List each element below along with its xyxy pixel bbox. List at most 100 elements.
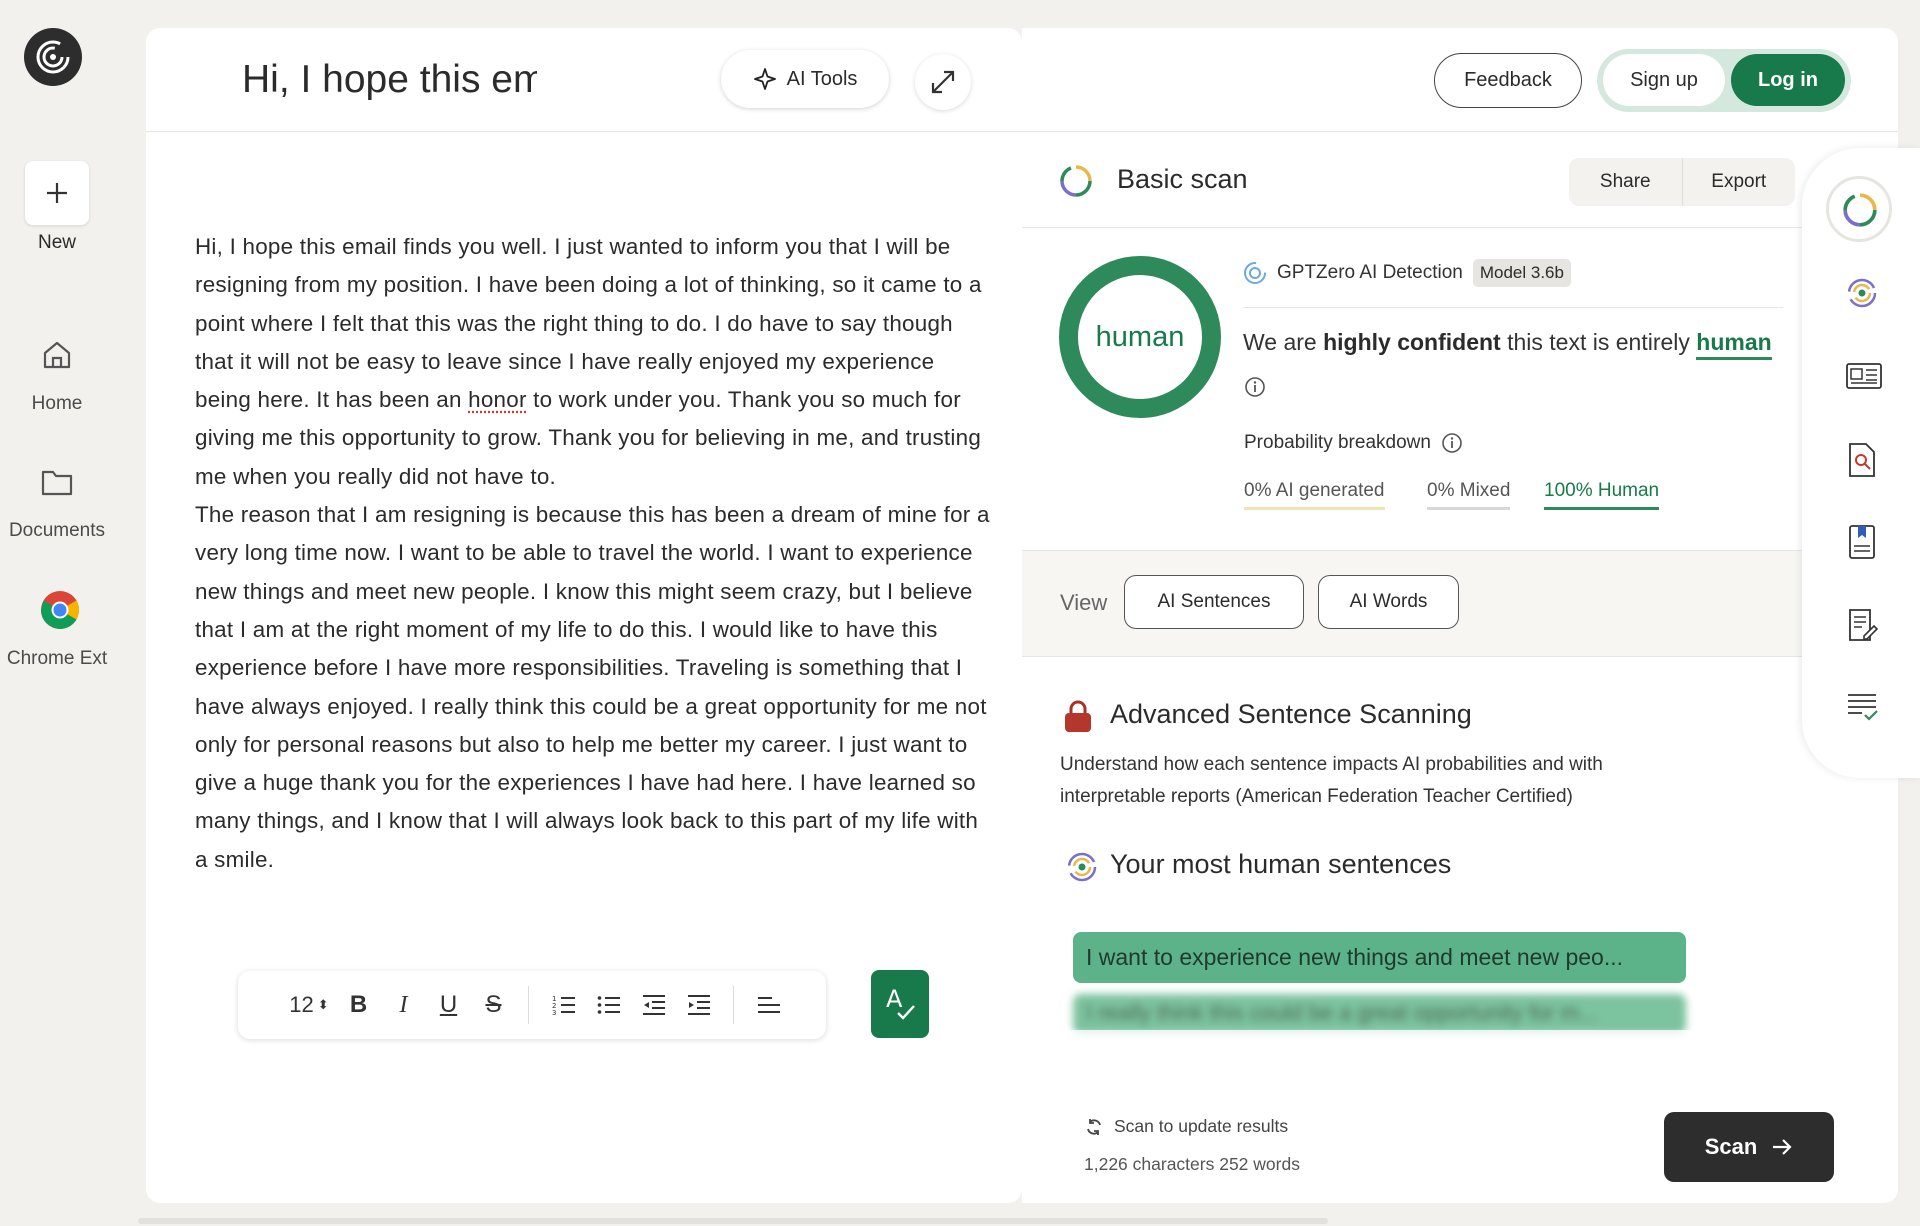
body-paragraph-1: Hi, I hope this email finds you well. I … [195, 228, 995, 496]
confidence-text: We are [1243, 329, 1324, 355]
numbered-list-icon: 123 [552, 995, 575, 1016]
toolbar-divider [528, 986, 529, 1024]
confidence-statement: We are highly confident this text is ent… [1243, 329, 1772, 360]
left-nav: New Home Documents Chrome Ext [0, 0, 114, 1226]
scan-button[interactable]: Scan [1664, 1112, 1834, 1182]
editor-panel: Hi, I hope this email AI Tools Hi, I hop… [146, 28, 1022, 1203]
human-gauge: human [1059, 256, 1221, 418]
document-body[interactable]: Hi, I hope this email finds you well. I … [195, 228, 995, 879]
bullet-list-button[interactable] [586, 985, 631, 1025]
scan-update-text: Scan to update results [1114, 1116, 1289, 1136]
advanced-scanning-section: Advanced Sentence Scanning Understand ho… [1022, 657, 1898, 1203]
ai-tools-label: AI Tools [786, 67, 858, 90]
scan-header: Basic scan Share Export [1022, 132, 1898, 228]
divider [1243, 307, 1783, 308]
refresh-icon [1087, 1118, 1101, 1135]
export-button[interactable]: Export [1683, 158, 1796, 206]
feedback-button[interactable]: Feedback [1434, 53, 1582, 108]
scan-title: Basic scan [1117, 164, 1248, 194]
advanced-scan-tool-icon[interactable] [1846, 277, 1878, 309]
info-icon[interactable] [1244, 376, 1266, 398]
probability-breakdown-label: Probability breakdown [1244, 432, 1463, 454]
gptzero-icon [1244, 262, 1266, 284]
verdict-text: human [1696, 329, 1772, 360]
home-icon[interactable] [40, 338, 74, 372]
human-sentence-item[interactable]: I want to experience new things and meet… [1073, 932, 1686, 983]
italic-button[interactable]: I [381, 985, 426, 1025]
prob-mixed: 0% Mixed [1427, 480, 1511, 510]
scan-update-note: Scan to update results [1084, 1116, 1288, 1137]
indent-icon [687, 995, 710, 1015]
plus-icon [47, 183, 67, 203]
new-label: New [37, 232, 76, 253]
confidence-text: this text is entirely [1500, 329, 1697, 355]
gauge-label: human [1095, 320, 1185, 353]
font-size-select[interactable]: 12 ⬍ [282, 985, 336, 1025]
spellcheck-button[interactable]: A [871, 970, 929, 1038]
ai-sentences-chip[interactable]: AI Sentences [1124, 575, 1304, 629]
spellcheck-icon: A [886, 985, 915, 1020]
formatting-toolbar: 12 ⬍ B I U S 123 [238, 971, 826, 1039]
ai-tools-button[interactable]: AI Tools [721, 50, 889, 108]
citation-check-tool-icon[interactable] [1846, 692, 1878, 722]
human-sentences-title: Your most human sentences [1110, 849, 1452, 879]
character-word-count: 1,226 characters 252 words [1084, 1154, 1300, 1174]
svg-text:3: 3 [552, 1009, 556, 1016]
bold-button[interactable]: B [336, 985, 381, 1025]
bullet-list-icon [597, 996, 620, 1014]
confidence-strength: highly confident [1323, 329, 1501, 355]
expand-button[interactable] [915, 54, 971, 110]
numbered-list-button[interactable]: 123 [541, 985, 586, 1025]
editor-header: Hi, I hope this email AI Tools [146, 28, 1022, 132]
prob-human: 100% Human [1544, 480, 1660, 510]
chrome-icon[interactable] [40, 590, 80, 630]
sign-up-button[interactable]: Sign up [1603, 54, 1725, 106]
detector-name: GPTZero AI Detection [1277, 262, 1463, 283]
document-title[interactable]: Hi, I hope this email [242, 58, 537, 102]
panel-header: Feedback Sign up Log in [1022, 28, 1898, 132]
body-paragraph-2: The reason that I am resigning is becaus… [195, 502, 990, 872]
new-button[interactable] [25, 161, 89, 225]
info-icon[interactable] [1441, 432, 1463, 454]
arrow-right-icon [1773, 1139, 1792, 1155]
folder-icon[interactable] [40, 467, 74, 497]
outdent-button[interactable] [631, 985, 676, 1025]
detector-row: GPTZero AI Detection Model 3.6b [1243, 259, 1571, 287]
toolbar-divider [733, 986, 734, 1024]
ai-words-chip[interactable]: AI Words [1318, 575, 1459, 629]
logo-icon[interactable] [24, 28, 82, 86]
svg-text:A: A [886, 985, 903, 1013]
view-selector: View AI Sentences AI Words [1022, 551, 1898, 657]
log-in-button[interactable]: Log in [1731, 54, 1845, 106]
nav-chrome-label[interactable]: Chrome Ext [0, 648, 114, 670]
scan-button-label: Scan [1704, 1134, 1758, 1159]
auth-group: Sign up Log in [1597, 49, 1851, 112]
basic-scan-tool-icon[interactable] [1842, 192, 1878, 228]
align-left-icon [757, 997, 780, 1013]
share-button[interactable]: Share [1569, 158, 1682, 206]
detection-result: human GPTZero AI Detection Model 3.6b We… [1022, 229, 1898, 551]
plagiarism-tool-icon[interactable] [1846, 442, 1878, 478]
underline-button[interactable]: U [426, 985, 471, 1025]
model-badge: Model 3.6b [1472, 259, 1571, 287]
bottom-scrollbar[interactable] [138, 1218, 1328, 1224]
writing-feedback-tool-icon[interactable] [1846, 608, 1878, 642]
prob-ai-generated: 0% AI generated [1244, 480, 1385, 510]
human-sentences-icon [1067, 852, 1097, 882]
sparkle-icon [753, 68, 776, 90]
strikethrough-button[interactable]: S [471, 985, 516, 1025]
lock-icon [1065, 700, 1091, 732]
align-button[interactable] [746, 985, 791, 1025]
outdent-icon [642, 995, 665, 1015]
source-finder-tool-icon[interactable] [1846, 524, 1878, 560]
indent-button[interactable] [676, 985, 721, 1025]
scan-ring-icon [1060, 165, 1092, 197]
results-panel: Feedback Sign up Log in Basic scan Share… [1022, 28, 1898, 1203]
nav-home-label[interactable]: Home [0, 393, 114, 415]
spelling-flag[interactable]: honor [468, 387, 527, 412]
ai-vocabulary-tool-icon[interactable] [1846, 362, 1882, 390]
advanced-description: Understand how each sentence impacts AI … [1060, 754, 1603, 807]
nav-documents-label[interactable]: Documents [0, 520, 114, 542]
prob-label-text: Probability breakdown [1244, 432, 1431, 453]
font-size-value: 12 [289, 992, 314, 1017]
